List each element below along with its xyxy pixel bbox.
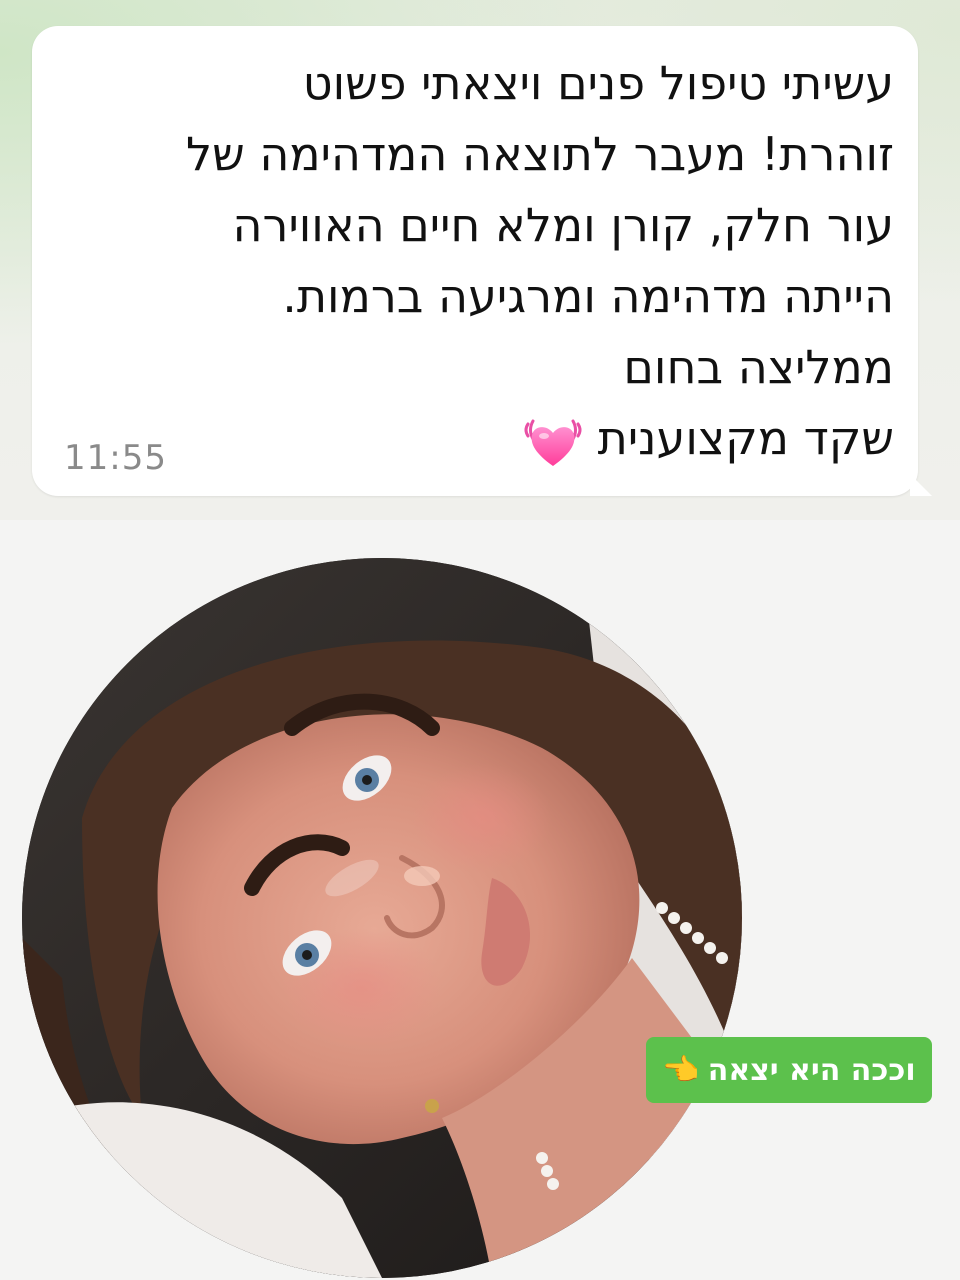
message-time: 11:55: [64, 438, 167, 478]
message-line: עשיתי טיפול פנים ויצאתי פשוט: [302, 56, 894, 110]
message-text: עשיתי טיפול פנים ויצאתי פשוט זוהרת! מעבר …: [74, 48, 894, 474]
pointing-hand-icon: 👈: [662, 1052, 700, 1088]
message-line: ממליצה בחום: [623, 340, 894, 394]
message-line: הייתה מדהימה ומרגיעה ברמות.: [282, 269, 894, 323]
message-line: עור חלק, קורן ומלא חיים האווירה: [232, 198, 894, 252]
message-signature-row: שקד מקצוענית: [74, 403, 894, 474]
caption-label: וככה היא יצאה: [707, 1052, 916, 1088]
beating-heart-icon: [522, 414, 584, 470]
result-photo[interactable]: [22, 558, 742, 1278]
bubble-tail: [910, 474, 932, 496]
message-bubble[interactable]: עשיתי טיפול פנים ויצאתי פשוט זוהרת! מעבר …: [32, 26, 932, 496]
face-photo-illustration: [22, 558, 742, 1278]
caption-badge[interactable]: וככה היא יצאה 👈: [646, 1037, 932, 1103]
message-line: זוהרת! מעבר לתוצאה המדהימה של: [185, 127, 894, 181]
message-line: שקד מקצוענית: [597, 411, 894, 465]
